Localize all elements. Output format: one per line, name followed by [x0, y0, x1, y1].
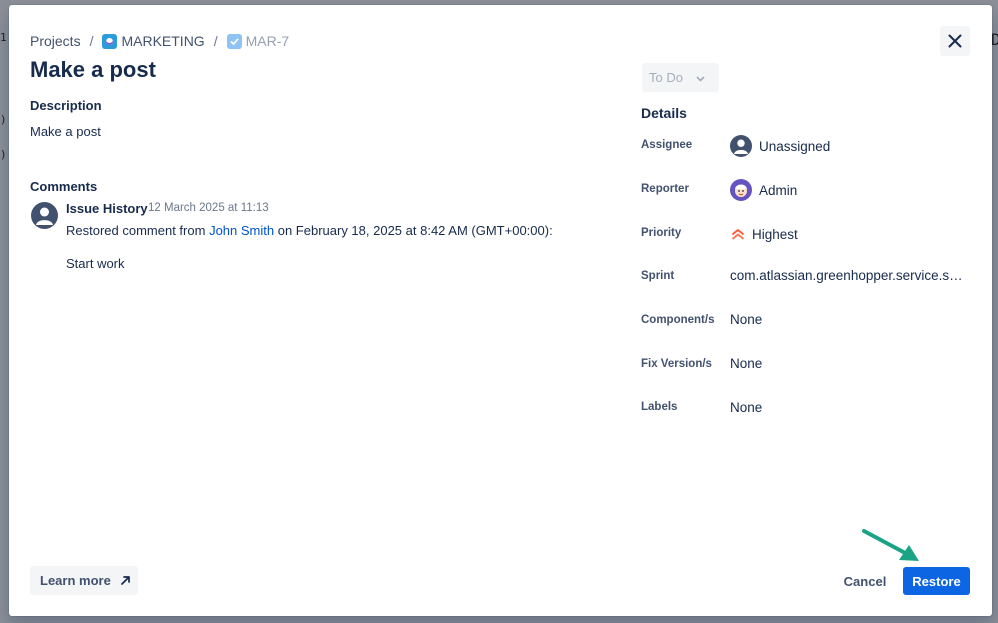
sprint-label: Sprint: [641, 270, 675, 282]
admin-avatar-icon: [730, 179, 752, 201]
close-icon: [948, 34, 962, 48]
task-type-icon: [226, 33, 242, 49]
description-heading: Description: [30, 98, 102, 113]
labels-label: Labels: [641, 401, 678, 413]
issue-restore-dialog: Projects / MARKETING / MAR-7 Make a post…: [9, 5, 992, 616]
reporter-name: Admin: [759, 182, 798, 198]
comment-restored-line: Restored comment from John Smith on Febr…: [66, 223, 553, 238]
fix-versions-value: None: [730, 356, 763, 371]
highest-priority-icon: [730, 223, 746, 245]
status-label: To Do: [649, 70, 683, 85]
assignee-label: Assignee: [641, 139, 693, 151]
reporter-value: Admin: [730, 179, 797, 201]
comment-author: Issue History: [66, 201, 148, 216]
learn-more-button[interactable]: Learn more: [30, 566, 138, 595]
sprint-value: com.atlassian.greenhopper.service.sprint…: [730, 268, 963, 283]
comment-timestamp: 12 March 2025 at 11:13: [148, 202, 269, 214]
reporter-label: Reporter: [641, 183, 689, 195]
comments-heading: Comments: [30, 179, 98, 194]
annotation-arrow-icon: [862, 529, 919, 561]
issue-title: Make a post: [30, 57, 156, 82]
breadcrumb-project-link[interactable]: MARKETING: [121, 33, 204, 49]
description-text: Make a post: [30, 124, 101, 139]
priority-label: Priority: [641, 227, 682, 239]
external-link-icon: [120, 575, 131, 586]
restore-button[interactable]: Restore: [903, 567, 970, 595]
labels-value: None: [730, 400, 763, 415]
components-label: Component/s: [641, 314, 715, 326]
priority-name: Highest: [752, 226, 798, 242]
sprint-name: com.atlassian.greenhopper.service.sprint…: [730, 268, 963, 283]
breadcrumb-separator: /: [89, 33, 94, 49]
chevron-down-icon: [696, 70, 705, 85]
comment-author-avatar-icon: [31, 202, 58, 229]
comment-line-suffix: on February 18, 2025 at 8:42 AM (GMT+00:…: [277, 223, 553, 238]
comment-body: Start work: [66, 256, 125, 271]
components-value: None: [730, 312, 763, 327]
close-button[interactable]: [940, 26, 970, 56]
default-user-avatar-icon: [730, 135, 752, 157]
breadcrumb-projects-link[interactable]: Projects: [30, 33, 81, 49]
priority-value: Highest: [730, 223, 798, 245]
breadcrumb: Projects / MARKETING / MAR-7: [30, 32, 289, 50]
fix-versions-label: Fix Version/s: [641, 358, 712, 370]
details-heading: Details: [641, 105, 687, 121]
comment-user-link[interactable]: John Smith: [209, 223, 274, 238]
breadcrumb-issue-key[interactable]: MAR-7: [246, 33, 290, 49]
background-text-fragment: D: [991, 30, 998, 49]
assignee-value: Unassigned: [730, 135, 830, 157]
background-text-fragment: 1: [0, 31, 7, 44]
comment-line-prefix: Restored comment from: [66, 223, 206, 238]
breadcrumb-separator: /: [213, 33, 218, 49]
assignee-name: Unassigned: [759, 138, 831, 154]
status-dropdown[interactable]: To Do: [642, 63, 719, 92]
cancel-button[interactable]: Cancel: [836, 567, 894, 595]
learn-more-label: Learn more: [40, 573, 111, 588]
project-avatar-icon: [102, 33, 118, 49]
